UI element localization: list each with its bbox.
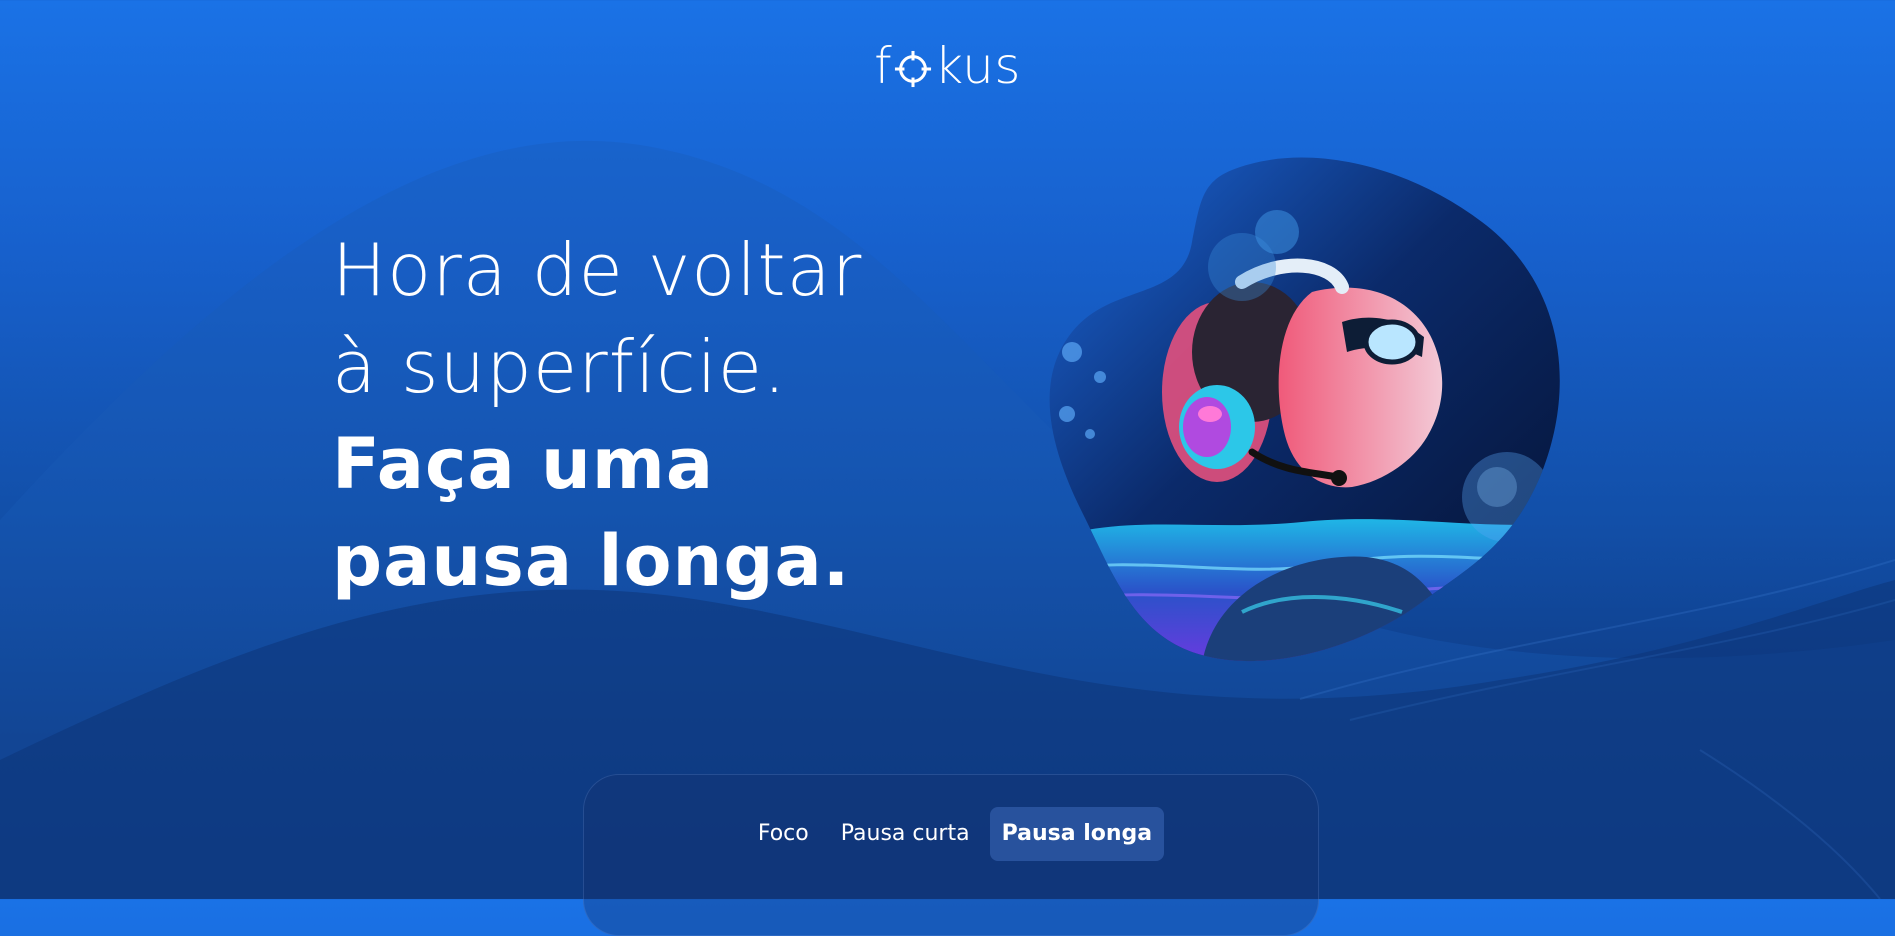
fokus-logo[interactable]: f kus [874,41,1021,91]
hero-heading: Hora de voltar à superfície. Faça uma pa… [332,222,952,610]
site-header: f kus [0,36,1895,96]
timer-mode-tabs: Foco Pausa curta Pausa longa [584,807,1318,861]
tab-foco[interactable]: Foco [746,807,821,861]
tab-pausa-longa[interactable]: Pausa longa [989,807,1165,861]
hero-line-2: à superfície. [332,325,787,409]
diver-with-headphones-illustration [1049,157,1560,662]
hero-line-3: Faça uma [332,423,715,505]
logo-text-suffix: kus [934,37,1021,95]
tab-pausa-curta[interactable]: Pausa curta [829,807,982,861]
logo-text-prefix: f [874,37,893,95]
target-o-icon [895,50,932,88]
timer-panel: Foco Pausa curta Pausa longa [583,774,1319,936]
hero-line-4: pausa longa. [332,520,851,602]
hero-line-1: Hora de voltar [332,228,863,312]
